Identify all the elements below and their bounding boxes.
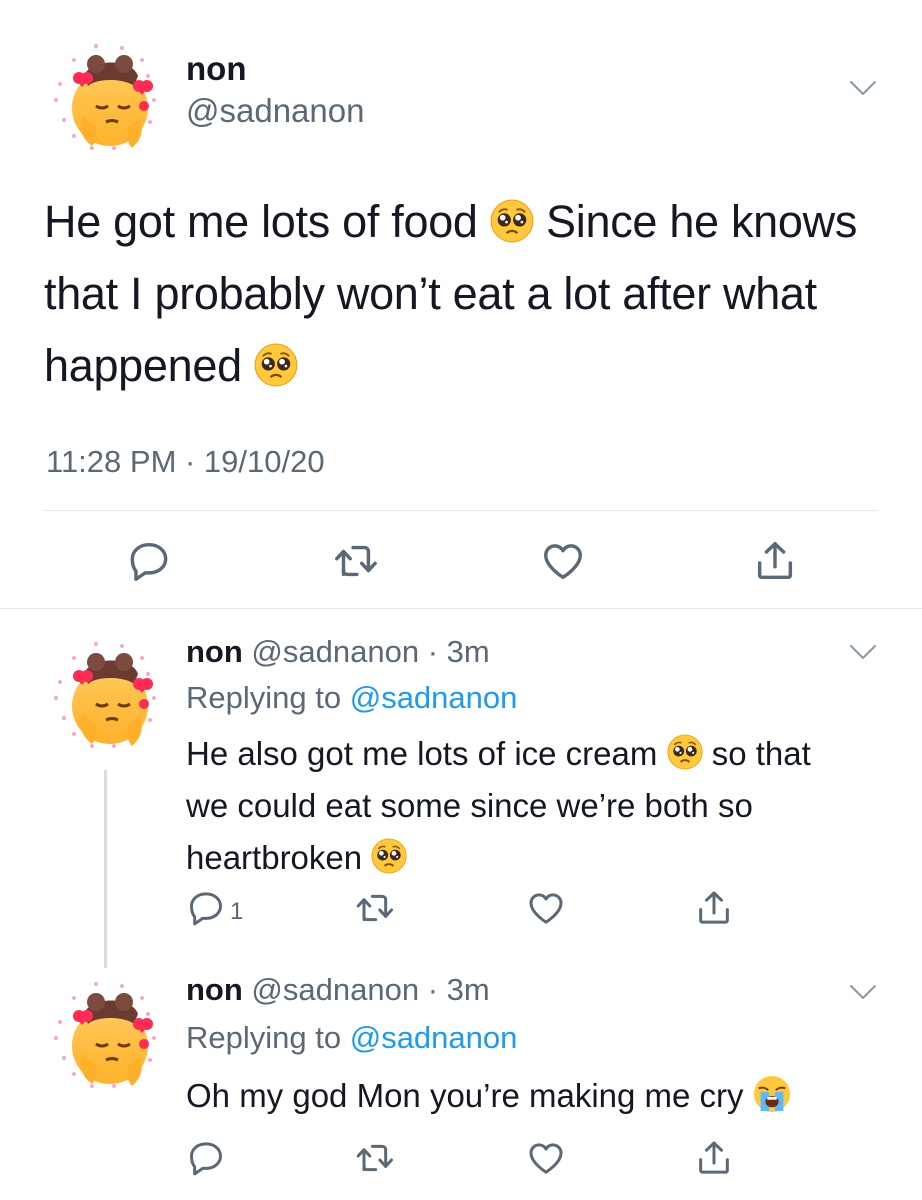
tweet-text: Oh my god Mon you’re making me cry	[186, 1070, 856, 1122]
mention-link[interactable]: @sadnanon	[350, 1020, 518, 1055]
reply-header[interactable]: non @sadnanon · 3m	[186, 634, 490, 670]
retweet-icon[interactable]	[332, 538, 378, 584]
reply-icon[interactable]	[186, 1138, 226, 1178]
tweet-text-part: Oh my god Mon you’re making me cry	[186, 1077, 753, 1114]
user-handle[interactable]: @sadnanon	[186, 92, 364, 130]
display-name[interactable]: non	[186, 972, 243, 1007]
chevron-down-icon[interactable]	[848, 78, 878, 98]
chevron-down-icon[interactable]	[848, 642, 878, 662]
pleading-face-emoji	[667, 734, 703, 770]
reply-header[interactable]: non @sadnanon · 3m	[186, 972, 490, 1008]
retweet-icon[interactable]	[354, 888, 394, 928]
loudly-crying-face-emoji	[753, 1075, 791, 1113]
avatar[interactable]	[44, 36, 164, 156]
reply-count: 1	[230, 898, 244, 925]
like-icon[interactable]	[526, 1138, 566, 1178]
tweet-text-part: He got me lots of food	[44, 196, 490, 247]
chevron-down-icon[interactable]	[848, 982, 878, 1002]
avatar[interactable]	[44, 974, 164, 1094]
replying-to-label: Replying to	[186, 1020, 350, 1055]
replying-to: Replying to @sadnanon	[186, 1020, 517, 1056]
share-icon[interactable]	[694, 1138, 734, 1178]
pleading-face-emoji	[371, 838, 407, 874]
tweet-text-part: He also got me lots of ice cream	[186, 735, 667, 772]
thread-connector	[104, 770, 107, 968]
tweet-timestamp[interactable]: 11:28 PM · 19/10/20	[46, 444, 325, 480]
pleading-face-emoji	[490, 199, 534, 243]
tweet-text: He got me lots of food Since he knows th…	[44, 186, 864, 402]
mention-link[interactable]: @sadnanon	[350, 680, 518, 715]
avatar[interactable]	[44, 634, 164, 754]
handle-and-time: @sadnanon · 3m	[242, 972, 490, 1007]
reply-icon[interactable]	[186, 888, 226, 928]
like-icon[interactable]	[526, 888, 566, 928]
reply-icon[interactable]	[126, 538, 172, 584]
share-icon[interactable]	[752, 538, 798, 584]
pleading-face-emoji	[254, 343, 298, 387]
retweet-icon[interactable]	[354, 1138, 394, 1178]
display-name[interactable]: non	[186, 50, 246, 88]
display-name[interactable]: non	[186, 634, 243, 669]
divider	[0, 608, 922, 609]
share-icon[interactable]	[694, 888, 734, 928]
tweet-text: He also got me lots of ice cream so that…	[186, 728, 856, 884]
replying-to-label: Replying to	[186, 680, 350, 715]
handle-and-time: @sadnanon · 3m	[242, 634, 490, 669]
divider	[44, 510, 878, 511]
like-icon[interactable]	[540, 538, 586, 584]
replying-to: Replying to @sadnanon	[186, 680, 517, 716]
